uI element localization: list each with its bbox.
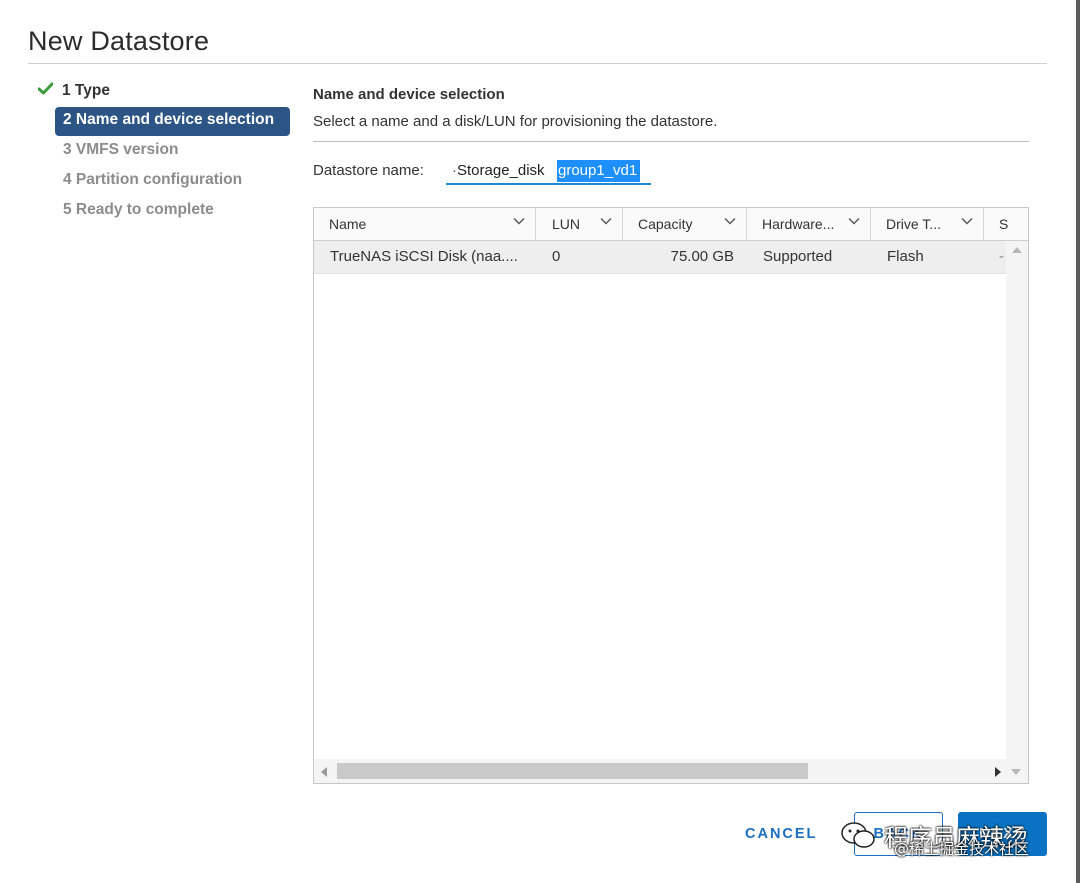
cell-s: - [999, 248, 1004, 265]
column-header-capacity-label: Capacity [638, 216, 693, 232]
section-title: Name and device selection [313, 86, 505, 103]
horizontal-scrollbar[interactable] [314, 759, 1028, 783]
column-header-drive-type[interactable]: Drive T... [871, 208, 984, 240]
column-header-lun[interactable]: LUN [536, 208, 623, 240]
datastore-name-visible-text: Storage_disk [457, 162, 545, 179]
title-divider [28, 63, 1047, 64]
step-vmfs-version-label: 3 VMFS version [63, 141, 179, 158]
column-header-s[interactable]: S [984, 208, 1028, 240]
chevron-down-icon[interactable] [847, 214, 861, 228]
check-icon [37, 82, 54, 100]
table-row[interactable]: TrueNAS iSCSI Disk (naa.... 0 75.00 GB S… [314, 241, 1006, 274]
back-button[interactable]: BACK [854, 812, 943, 856]
grid-header: Name LUN Capacity Hardware... Drive T...… [314, 208, 1028, 241]
section-description: Select a name and a disk/LUN for provisi… [313, 113, 718, 130]
column-header-drive-type-label: Drive T... [886, 216, 941, 232]
step-partition-configuration-label: 4 Partition configuration [63, 171, 243, 188]
next-button[interactable]: NEXT [958, 812, 1047, 856]
datastore-name-selected-text: group1_vd1 [557, 160, 641, 182]
step-name-device-selection[interactable]: 2 Name and device selection [55, 107, 290, 136]
step-type-label: 1 Type [62, 82, 110, 99]
column-header-lun-label: LUN [552, 216, 581, 232]
dialog-title: New Datastore [28, 26, 210, 56]
column-header-name-label: Name [329, 216, 367, 232]
step-ready-to-complete: 5 Ready to complete [63, 201, 214, 219]
step-ready-to-complete-label: 5 Ready to complete [63, 201, 214, 218]
cell-name: TrueNAS iSCSI Disk (naa.... [330, 248, 518, 265]
scroll-down-icon[interactable] [1011, 769, 1021, 775]
column-header-hardware-label: Hardware... [762, 216, 835, 232]
step-vmfs-version: 3 VMFS version [63, 141, 178, 159]
column-header-s-label: S [999, 216, 1009, 232]
chevron-down-icon[interactable] [723, 214, 737, 228]
cell-lun: 0 [552, 248, 561, 265]
cell-hardware: Supported [763, 248, 833, 265]
scroll-up-icon[interactable] [1012, 247, 1022, 253]
device-grid[interactable]: Name LUN Capacity Hardware... Drive T...… [313, 207, 1029, 784]
chevron-down-icon[interactable] [512, 214, 526, 228]
cancel-button[interactable]: CANCEL [745, 826, 817, 842]
chevron-down-icon[interactable] [599, 214, 613, 228]
datastore-name-input[interactable]: · Storage_disk group1_vd1 [446, 158, 651, 185]
column-header-hardware[interactable]: Hardware... [747, 208, 871, 240]
scroll-left-icon[interactable] [321, 767, 327, 777]
step-type[interactable]: 1 Type [37, 82, 110, 100]
chevron-down-icon[interactable] [960, 214, 974, 228]
datastore-name-label: Datastore name: [313, 162, 424, 179]
step-name-device-selection-label: 2 Name and device selection [63, 111, 275, 128]
vertical-scrollbar[interactable] [1006, 241, 1028, 759]
window-edge [1076, 0, 1080, 883]
scrollbar-thumb[interactable] [337, 763, 808, 779]
section-divider [313, 141, 1029, 142]
column-header-name[interactable]: Name [314, 208, 536, 240]
column-header-capacity[interactable]: Capacity [623, 208, 747, 240]
cell-drive-type: Flash [887, 248, 924, 265]
scroll-right-icon[interactable] [995, 767, 1001, 777]
cell-capacity: 75.00 GB [670, 248, 734, 265]
step-partition-configuration: 4 Partition configuration [63, 171, 242, 189]
